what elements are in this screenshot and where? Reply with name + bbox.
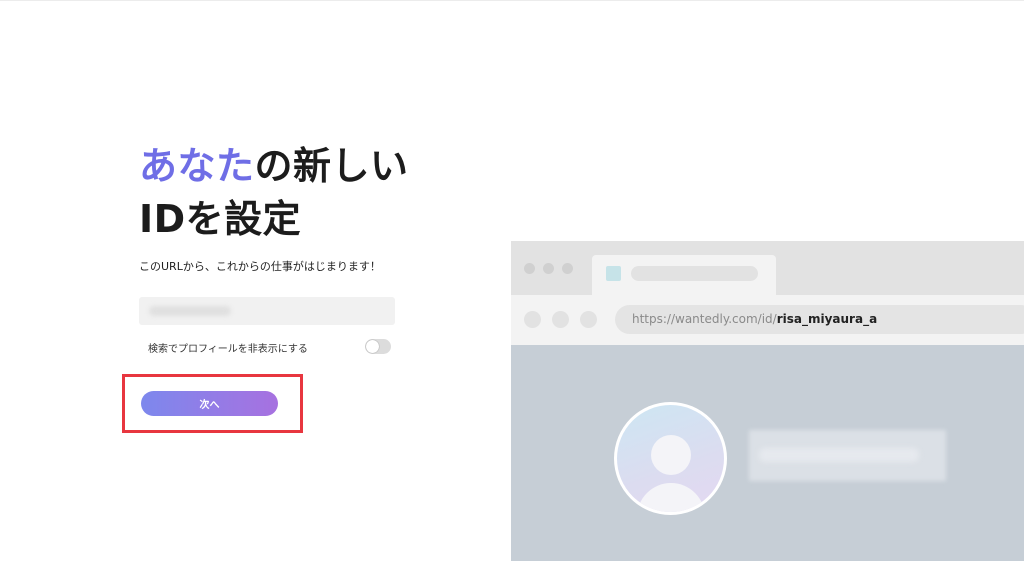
avatar-torso bbox=[637, 483, 705, 512]
tab-title-placeholder bbox=[631, 266, 758, 281]
subtitle: このURLから、これからの仕事がはじまります！ bbox=[139, 260, 381, 273]
back-icon bbox=[524, 311, 541, 328]
window-dot-icon bbox=[562, 263, 573, 274]
hide-from-search-toggle[interactable] bbox=[365, 339, 391, 354]
page-title-line1: の新しい bbox=[254, 144, 409, 188]
page-title-line2: IDを設定 bbox=[139, 197, 302, 241]
window-dot-icon bbox=[524, 263, 535, 274]
preview-tab bbox=[592, 255, 776, 295]
hide-from-search-label: 検索でプロフィールを非表示にする bbox=[148, 344, 308, 355]
preview-toolbar: https://wantedly.com/id/risa_miyaura_a bbox=[511, 295, 1024, 345]
page-title-accent: あなた bbox=[139, 144, 255, 188]
profile-name-blurred bbox=[759, 448, 919, 462]
favicon-icon bbox=[606, 266, 621, 281]
url-id: risa_miyaura_a bbox=[776, 312, 878, 326]
window-dot-icon bbox=[543, 263, 554, 274]
page: あなたの新しい IDを設定 このURLから、これからの仕事がはじまります！ 検索で… bbox=[0, 0, 1024, 561]
url-prefix: https://wantedly.com/id/ bbox=[632, 312, 777, 326]
forward-icon bbox=[552, 311, 569, 328]
next-button[interactable]: 次へ bbox=[141, 391, 278, 416]
avatar-head bbox=[651, 435, 691, 475]
page-title: あなたの新しい IDを設定 bbox=[139, 140, 409, 246]
preview-address-bar: https://wantedly.com/id/risa_miyaura_a bbox=[615, 305, 1024, 334]
avatar bbox=[614, 402, 727, 515]
reload-icon bbox=[580, 311, 597, 328]
preview-profile-area bbox=[511, 345, 1024, 561]
id-input-blurred-value bbox=[149, 306, 231, 316]
top-divider bbox=[0, 0, 1024, 1]
toggle-knob bbox=[366, 340, 379, 353]
avatar-placeholder-icon bbox=[617, 405, 724, 512]
profile-url-preview: https://wantedly.com/id/risa_miyaura_a bbox=[511, 241, 1024, 561]
preview-tab-bar bbox=[511, 241, 1024, 295]
